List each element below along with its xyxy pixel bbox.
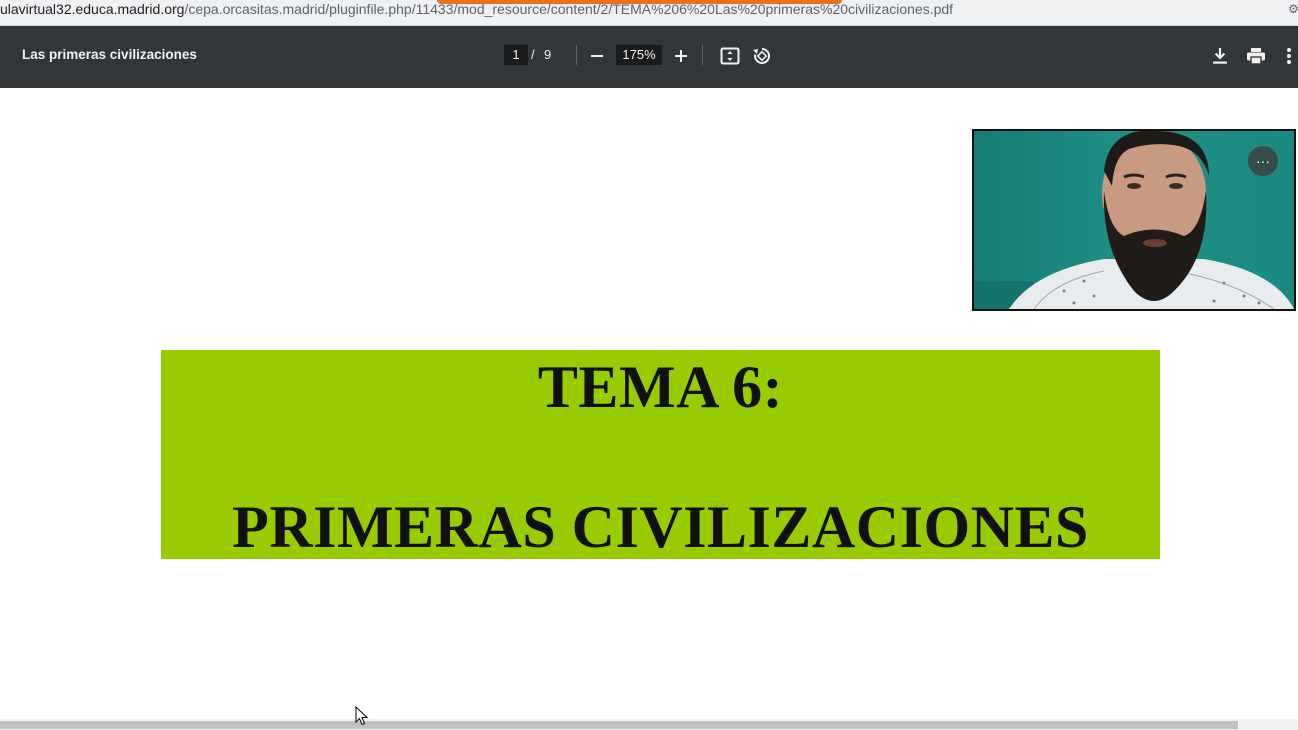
more-actions-button[interactable]: [1280, 43, 1298, 69]
video-call-tile[interactable]: ···: [972, 129, 1296, 311]
zoom-out-icon: [591, 55, 603, 57]
pdf-toolbar: Las primeras civilizaciones / 9: [0, 26, 1298, 88]
fit-page-button[interactable]: [717, 43, 743, 69]
zoom-in-button[interactable]: [668, 43, 694, 69]
total-pages: 9: [544, 47, 552, 62]
download-button[interactable]: [1207, 43, 1233, 69]
toolbar-divider: [702, 45, 703, 65]
print-button[interactable]: [1243, 43, 1269, 69]
zoom-out-button[interactable]: [584, 43, 610, 69]
toolbar-divider: [576, 45, 577, 65]
document-title: Las primeras civilizaciones: [22, 47, 197, 62]
page-separator: /: [531, 47, 535, 62]
horizontal-scrollbar[interactable]: [0, 719, 1298, 730]
banner-title-line1: TEMA 6:: [537, 354, 784, 420]
title-banner: TEMA 6: PRIMERAS CIVILIZACIONES: [161, 350, 1160, 560]
zoom-in-icon: [675, 50, 687, 62]
page-number-input[interactable]: [504, 45, 528, 65]
banner-title-line2: PRIMERAS CIVILIZACIONES: [232, 494, 1089, 560]
url-text[interactable]: ulavirtual32.educa.madrid.org/cepa.orcas…: [0, 0, 953, 19]
zoom-level-input[interactable]: [616, 45, 662, 65]
video-options-button[interactable]: ···: [1248, 146, 1278, 176]
rotate-icon: [753, 47, 771, 64]
url-path: /cepa.orcasitas.madrid/pluginfile.php/11…: [184, 1, 954, 17]
browser-url-bar[interactable]: ulavirtual32.educa.madrid.org/cepa.orcas…: [0, 0, 1298, 26]
more-vert-icon: [1287, 48, 1291, 64]
mouse-pointer-icon: [355, 706, 369, 726]
scrollbar-thumb[interactable]: [0, 721, 1238, 729]
print-icon: [1247, 48, 1265, 65]
download-icon: [1213, 48, 1227, 64]
rotate-button[interactable]: [749, 43, 775, 69]
fit-page-icon: [720, 47, 740, 65]
url-host: ulavirtual32.educa.madrid.org: [0, 1, 185, 17]
participant-video-image: [974, 131, 1294, 309]
site-settings-icon[interactable]: ⚙: [1288, 2, 1298, 16]
